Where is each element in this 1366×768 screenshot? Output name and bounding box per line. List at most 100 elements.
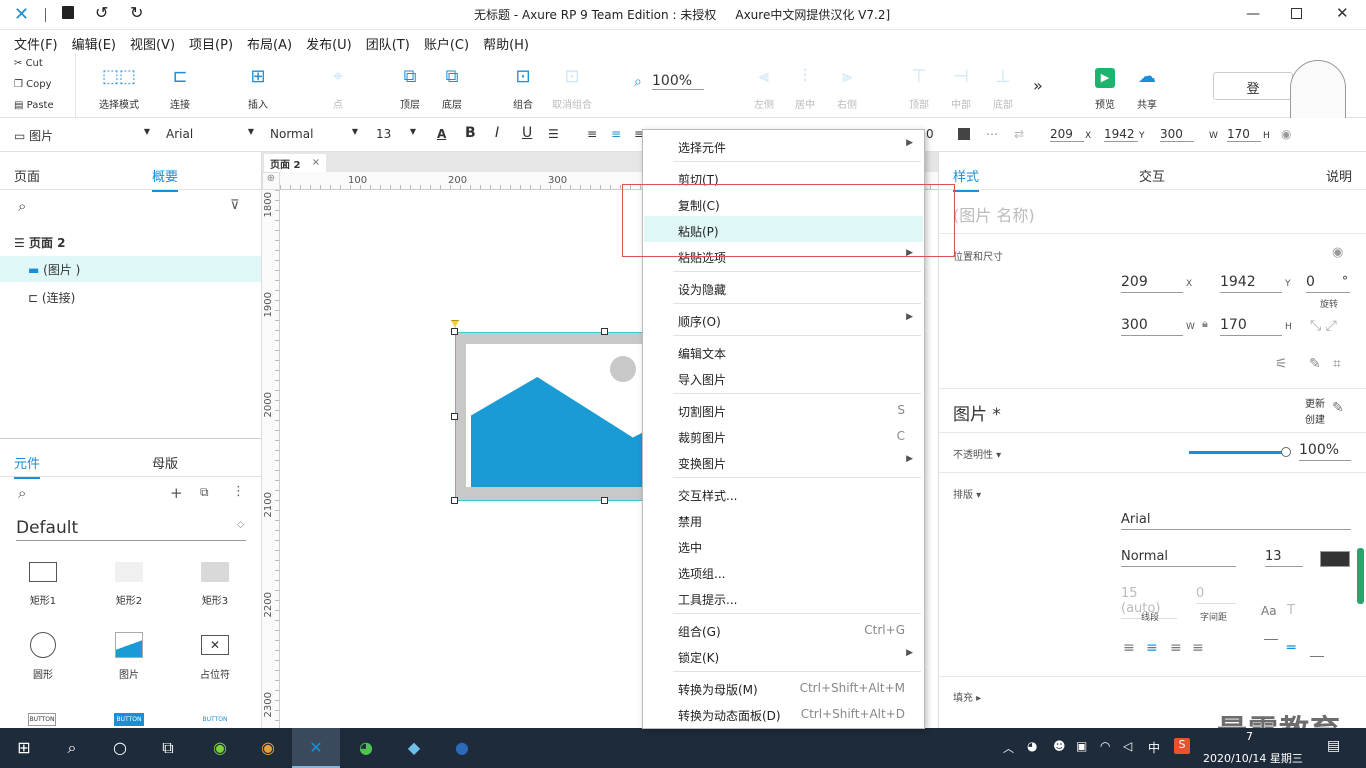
bullet-list-button[interactable]: ☰ bbox=[548, 127, 559, 141]
menu-team[interactable]: 团队(T) bbox=[359, 30, 417, 53]
context-menu-item[interactable]: 选中 bbox=[644, 532, 923, 558]
outline-item-connector[interactable]: ⊏ (连接) bbox=[28, 289, 75, 306]
maximize-button[interactable] bbox=[1291, 8, 1302, 19]
minimize-button[interactable]: — bbox=[1246, 6, 1260, 22]
tray-wifi-icon[interactable]: ◠ bbox=[1100, 739, 1110, 753]
insert-button[interactable]: ⊞ 插入 bbox=[238, 66, 278, 111]
align-left-button[interactable]: ⫷ 左侧 bbox=[744, 66, 784, 111]
menu-account[interactable]: 账户(C) bbox=[417, 30, 476, 53]
align-center-button[interactable]: ⫶ 居中 bbox=[785, 66, 825, 111]
tray-expand-icon[interactable]: ︿ bbox=[1003, 740, 1014, 756]
save-icon[interactable] bbox=[62, 6, 74, 19]
h-field[interactable]: 170 bbox=[1227, 127, 1261, 142]
app-blue-icon[interactable]: ● bbox=[438, 728, 486, 768]
search-icon[interactable]: ⌕ bbox=[18, 484, 26, 502]
share-button[interactable]: ☁ 共享 bbox=[1127, 66, 1167, 111]
clock-time[interactable]: 7 bbox=[1246, 730, 1253, 743]
filter-icon[interactable]: ⊽ bbox=[230, 198, 240, 213]
border-style-icon[interactable]: ⋯ bbox=[986, 127, 998, 141]
search-icon[interactable]: ⌕ bbox=[48, 728, 96, 768]
search-icon[interactable]: ⌕ bbox=[18, 197, 26, 215]
close-icon[interactable]: × bbox=[312, 157, 320, 168]
point-button[interactable]: ⌖ 点 bbox=[318, 66, 358, 111]
close-button[interactable]: ✕ bbox=[1336, 4, 1349, 22]
outline-page[interactable]: ☰ 页面 2 bbox=[14, 234, 65, 251]
x-field[interactable]: 209 bbox=[1050, 127, 1084, 142]
tab-outline[interactable]: 概要 bbox=[152, 166, 179, 192]
bring-top-button[interactable]: ⧉ 顶层 bbox=[390, 66, 430, 111]
h-input[interactable]: 170 bbox=[1220, 317, 1282, 336]
image-widget[interactable] bbox=[455, 332, 655, 501]
cut-button[interactable]: ✂ Cut bbox=[14, 58, 43, 69]
ungroup-button[interactable]: ⊡ 取消组合 bbox=[548, 66, 596, 111]
x-input[interactable]: 209 bbox=[1121, 274, 1183, 293]
resize-handle-tm[interactable] bbox=[601, 328, 608, 335]
edit-pen-icon[interactable]: ✎ bbox=[1309, 356, 1321, 372]
align-right-button[interactable]: ⫸ 右侧 bbox=[827, 66, 867, 111]
tray-qq-icon[interactable]: ☻ bbox=[1053, 739, 1066, 753]
widget-name-input[interactable]: (图片 名称) bbox=[953, 202, 1035, 226]
scrollbar-thumb[interactable] bbox=[1357, 548, 1364, 604]
outline-item-image[interactable]: ▬ (图片 ) bbox=[0, 256, 261, 282]
font-family-select[interactable]: Arial ▼ bbox=[166, 127, 254, 141]
resize-handle-tl[interactable] bbox=[451, 328, 458, 335]
context-menu-item[interactable]: 切割图片 S bbox=[644, 396, 923, 422]
tray-ime[interactable]: 中 bbox=[1148, 739, 1160, 756]
context-menu-item[interactable]: 选择元件 ▶ bbox=[644, 132, 923, 158]
w-field[interactable]: 300 bbox=[1160, 127, 1194, 142]
menu-help[interactable]: 帮助(H) bbox=[476, 30, 536, 53]
align-bottom-button[interactable]: ⊥ 底部 bbox=[983, 66, 1023, 111]
context-menu-item[interactable]: 转换为母版(M) Ctrl+Shift+Alt+M bbox=[644, 674, 923, 700]
app-green-icon[interactable]: ◉ bbox=[196, 728, 244, 768]
text-align-center-button[interactable]: ≡ bbox=[611, 127, 621, 141]
widget-image[interactable]: 图片 bbox=[100, 632, 158, 681]
context-menu-item[interactable]: 转换为动态面板(D) Ctrl+Shift+Alt+D bbox=[644, 700, 923, 726]
undo-icon[interactable]: ↺ bbox=[95, 3, 108, 22]
align-right-icon[interactable]: ≡ bbox=[1170, 640, 1182, 656]
widget-link-button[interactable]: BUTTON bbox=[200, 713, 230, 726]
add-library-icon[interactable]: + bbox=[170, 484, 183, 502]
font-weight-select[interactable]: Normal bbox=[1121, 549, 1236, 567]
text-case-icon[interactable]: T bbox=[1287, 603, 1295, 618]
tab-interactions[interactable]: 交互 bbox=[1139, 166, 1165, 185]
tray-sogou-icon[interactable]: S bbox=[1174, 738, 1190, 754]
widget-placeholder[interactable]: ✕ 占位符 bbox=[186, 632, 244, 681]
opacity-slider-handle[interactable] bbox=[1281, 447, 1291, 457]
widget-type-select[interactable]: ▭ 图片 ▼ bbox=[14, 127, 150, 144]
valign-top-icon[interactable]: ⎺ bbox=[1264, 638, 1278, 654]
fill-color-swatch[interactable] bbox=[958, 128, 970, 140]
create-style-link[interactable]: 创建 bbox=[1305, 411, 1325, 426]
context-menu-item[interactable]: 组合(G) Ctrl+G bbox=[644, 616, 923, 642]
context-menu-item[interactable]: 顺序(O) ▶ bbox=[644, 306, 923, 332]
italic-button[interactable]: I bbox=[495, 125, 499, 141]
task-view-icon[interactable]: ⧉ bbox=[144, 728, 192, 768]
tab-widgets[interactable]: 元件 bbox=[14, 453, 41, 479]
align-center-icon[interactable]: ≡ bbox=[1146, 640, 1158, 656]
resize-handle-bm[interactable] bbox=[601, 497, 608, 504]
context-menu-item[interactable]: 禁用 bbox=[644, 506, 923, 532]
style-name[interactable]: 图片 * bbox=[953, 400, 1001, 425]
chrome-icon[interactable]: ◉ bbox=[244, 728, 292, 768]
library-select[interactable]: Default ◇ bbox=[16, 518, 246, 541]
opacity-slider-track[interactable] bbox=[1189, 451, 1285, 454]
align-top-button[interactable]: ⊤ 顶部 bbox=[899, 66, 939, 111]
notification-icon[interactable]: ▤ bbox=[1327, 738, 1340, 754]
tray-network-icon[interactable]: ▣ bbox=[1076, 739, 1087, 753]
char-spacing-input[interactable]: 0 bbox=[1196, 586, 1236, 604]
y-field[interactable]: 1942 bbox=[1104, 127, 1138, 142]
text-shadow-icon[interactable]: Aa bbox=[1261, 604, 1277, 618]
align-middle-button[interactable]: ⊣ 中部 bbox=[941, 66, 981, 111]
visibility-eye-icon[interactable]: ◉ bbox=[1332, 245, 1343, 260]
context-menu-item[interactable]: 导入图片 bbox=[644, 364, 923, 390]
tab-page-2[interactable]: 页面 2 × bbox=[264, 154, 326, 172]
more-chevron-icon[interactable]: » bbox=[1033, 76, 1043, 95]
wechat-icon[interactable]: ◕ bbox=[342, 728, 390, 768]
eye-icon[interactable]: ◉ bbox=[1281, 127, 1291, 141]
menu-layout[interactable]: 布局(A) bbox=[240, 30, 299, 53]
w-input[interactable]: 300 bbox=[1121, 317, 1183, 336]
preview-button[interactable]: ▶ 预览 bbox=[1085, 66, 1125, 111]
connect-button[interactable]: ⊏ 连接 bbox=[160, 66, 200, 111]
valign-bottom-icon[interactable]: ⎽ bbox=[1310, 642, 1324, 658]
more-icon[interactable]: ⋮ bbox=[232, 484, 245, 499]
paste-button[interactable]: ▤ Paste bbox=[14, 100, 54, 111]
